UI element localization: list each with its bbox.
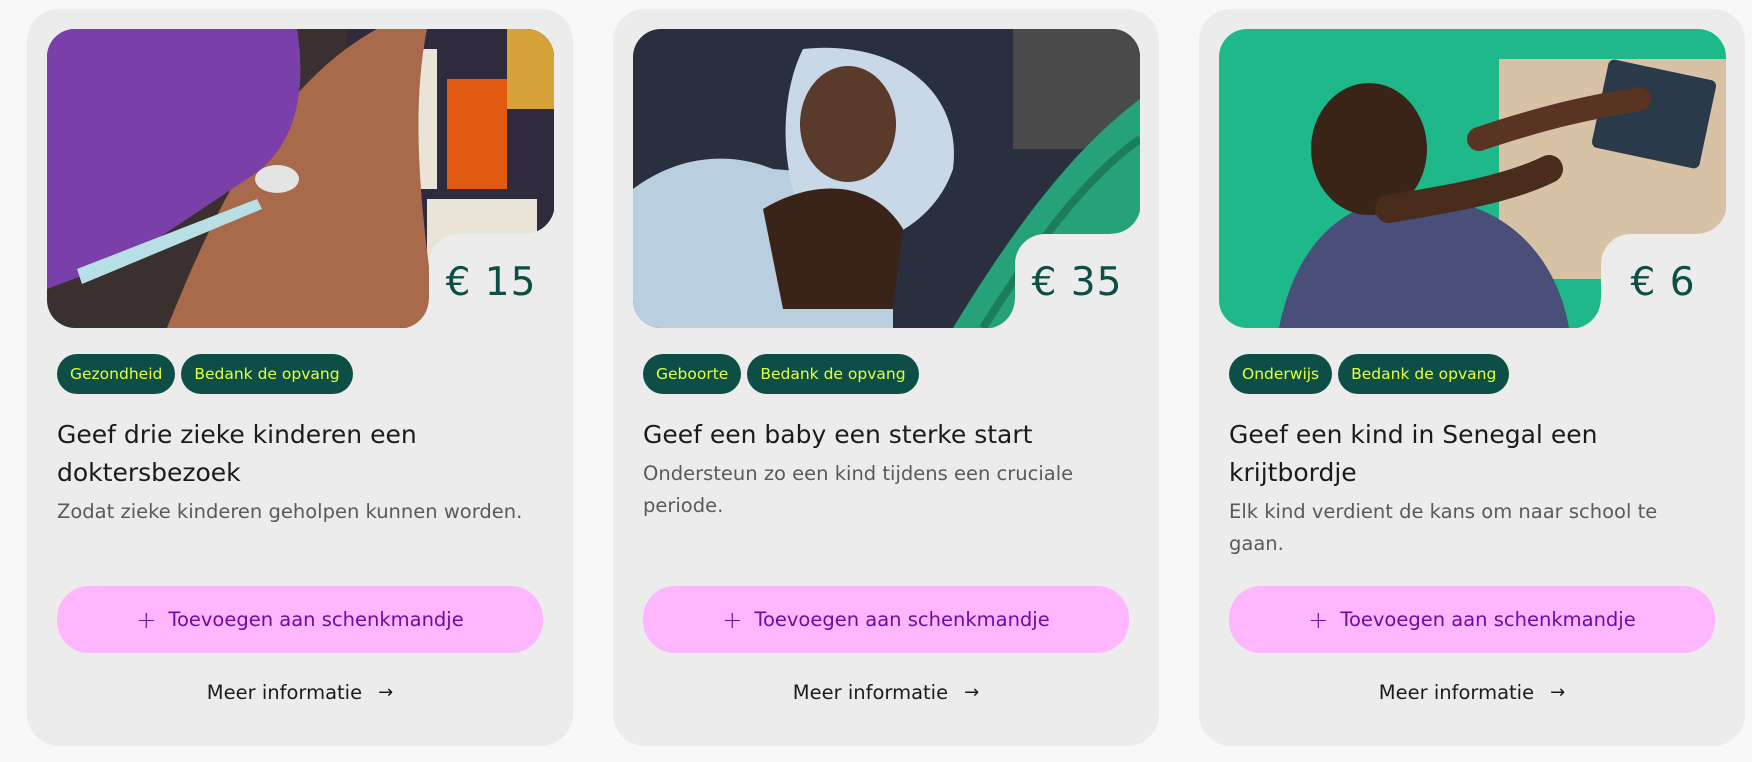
category-tag: Bedank de opvang [747, 354, 919, 394]
add-to-basket-button[interactable]: + Toevoegen aan schenkmandje [643, 586, 1129, 653]
arrow-right-icon: → [1550, 681, 1566, 703]
product-card: € 35 Geboorte Bedank de opvang Geef een … [613, 9, 1159, 746]
more-info-link[interactable]: Meer informatie → [1199, 681, 1745, 704]
category-tag: Geboorte [643, 354, 742, 394]
add-to-basket-label: Toevoegen aan schenkmandje [754, 608, 1050, 631]
plus-icon: + [136, 605, 157, 634]
card-title: Geef drie zieke kinderen een doktersbezo… [57, 420, 417, 487]
price-label: € 15 [445, 260, 537, 305]
price-label: € 6 [1630, 260, 1696, 305]
card-image-area: € 35 [633, 29, 1141, 329]
add-to-basket-label: Toevoegen aan schenkmandje [168, 608, 464, 631]
card-description: Zodat zieke kinderen geholpen kunnen wor… [57, 500, 523, 523]
more-info-label: Meer informatie [792, 681, 949, 704]
more-info-link[interactable]: Meer informatie → [613, 681, 1159, 704]
more-info-label: Meer informatie [206, 681, 363, 704]
product-card: € 15 Gezondheid Bedank de opvang Geef dr… [27, 9, 573, 746]
add-to-basket-button[interactable]: + Toevoegen aan schenkmandje [1229, 586, 1715, 653]
arrow-right-icon: → [964, 681, 980, 703]
more-info-label: Meer informatie [1378, 681, 1535, 704]
card-image-area: € 15 [47, 29, 555, 329]
tag-list: Geboorte Bedank de opvang [643, 354, 1139, 394]
arrow-right-icon: → [378, 681, 394, 703]
more-info-link[interactable]: Meer informatie → [27, 681, 573, 704]
card-description: Elk kind verdient de kans om naar school… [1229, 500, 1658, 555]
add-to-basket-label: Toevoegen aan schenkmandje [1340, 608, 1636, 631]
product-card: € 6 Onderwijs Bedank de opvang Geef een … [1199, 9, 1745, 746]
category-tag: Bedank de opvang [1338, 354, 1510, 394]
category-tag: Gezondheid [57, 354, 176, 394]
category-tag: Onderwijs [1229, 354, 1333, 394]
tag-list: Gezondheid Bedank de opvang [57, 354, 553, 394]
price-label: € 35 [1031, 260, 1123, 305]
add-to-basket-button[interactable]: + Toevoegen aan schenkmandje [57, 586, 543, 653]
card-description: Ondersteun zo een kind tijdens een cruci… [643, 462, 1074, 517]
card-title: Geef een baby een sterke start [643, 420, 1033, 449]
card-title: Geef een kind in Senegal een krijtbordje [1229, 420, 1598, 487]
category-tag: Bedank de opvang [181, 354, 353, 394]
plus-icon: + [722, 605, 743, 634]
plus-icon: + [1308, 605, 1329, 634]
card-image-area: € 6 [1219, 29, 1727, 329]
tag-list: Onderwijs Bedank de opvang [1229, 354, 1725, 394]
product-card-list: € 15 Gezondheid Bedank de opvang Geef dr… [27, 9, 1745, 746]
